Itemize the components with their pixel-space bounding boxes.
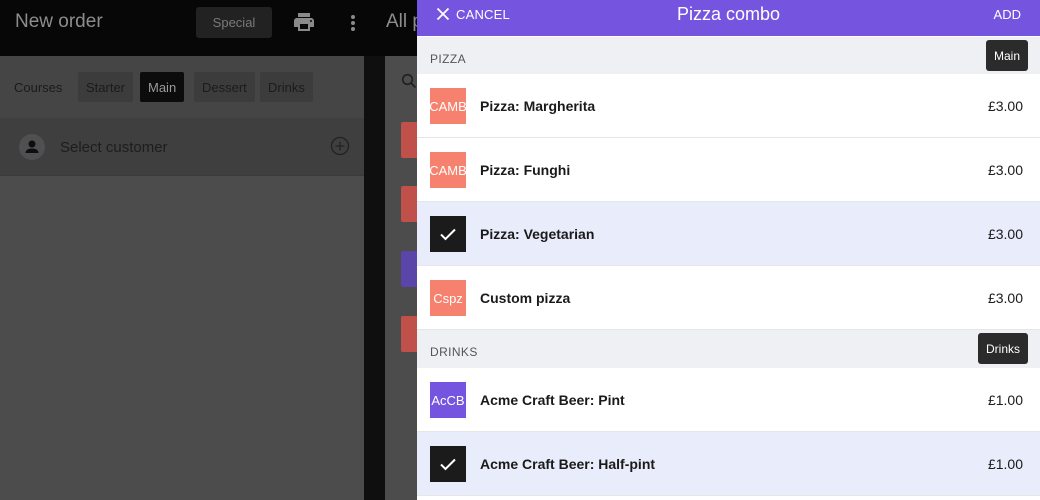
pizza-combo-modal: CANCEL Pizza combo ADD PIZZA Main CAMB P… [417,0,1040,500]
section-header-drinks: DRINKS Drinks [417,330,1040,368]
courses-label: Courses [14,80,63,95]
modal-title: Pizza combo [676,4,781,24]
item-price: £3.00 [987,98,1023,114]
order-panel: Courses Starter Main Dessert Drinks Sele… [0,56,364,500]
item-price: £3.00 [987,162,1023,178]
course-tag: Drinks [977,333,1028,364]
section-label: PIZZA [430,52,467,66]
product-thumbnail: AcCB [430,382,466,418]
combo-item-row[interactable]: AcCB Acme Craft Beer: Pint £1.00 [417,368,1040,432]
section-header-pizza: PIZZA Main [417,37,1040,75]
select-customer-row[interactable]: Select customer [0,118,364,176]
combo-item-row-selected[interactable]: Acme Craft Beer: Half-pint £1.00 [417,432,1040,496]
item-name: Acme Craft Beer: Pint [480,392,625,408]
item-name: Acme Craft Beer: Half-pint [480,456,656,472]
combo-item-row[interactable]: CAMB Pizza: Funghi £3.00 [417,138,1040,202]
modal-header: CANCEL Pizza combo ADD [417,0,1040,36]
section-label: DRINKS [430,345,478,359]
course-tag: Main [985,40,1028,71]
more-icon[interactable] [343,11,363,35]
combo-item-row[interactable]: Cspz Custom pizza £3.00 [417,266,1040,330]
item-price: £1.00 [987,456,1023,472]
combo-item-row[interactable]: CAMB Pizza: Margherita £3.00 [417,74,1040,138]
course-tab-dessert[interactable]: Dessert [194,72,255,102]
item-name: Pizza: Vegetarian [480,226,595,242]
select-customer-label: Select customer [60,139,168,156]
search-icon[interactable] [401,73,417,89]
course-tab-main[interactable]: Main [140,72,185,102]
item-name: Pizza: Funghi [480,162,571,178]
combo-item-row-selected[interactable]: Pizza: Vegetarian £3.00 [417,202,1040,266]
item-name: Pizza: Margherita [480,98,596,114]
product-thumbnail: CAMB [430,152,466,188]
checkmark-icon [430,216,466,252]
special-button[interactable]: Special [196,7,272,38]
courses-row: Courses Starter Main Dessert Drinks [0,56,364,118]
page-title: New order [15,11,103,32]
course-tab-drinks[interactable]: Drinks [260,72,313,102]
product-thumbnail: CAMB [430,88,466,124]
person-icon [19,134,45,160]
print-icon[interactable] [292,10,316,34]
add-button[interactable]: ADD [994,7,1021,22]
product-thumbnail: Cspz [430,280,466,316]
item-price: £1.00 [987,392,1023,408]
course-tab-starter[interactable]: Starter [78,72,134,102]
checkmark-icon [430,446,466,482]
item-name: Custom pizza [480,290,571,306]
item-price: £3.00 [987,226,1023,242]
add-circle-icon[interactable] [330,136,350,156]
item-price: £3.00 [987,290,1023,306]
